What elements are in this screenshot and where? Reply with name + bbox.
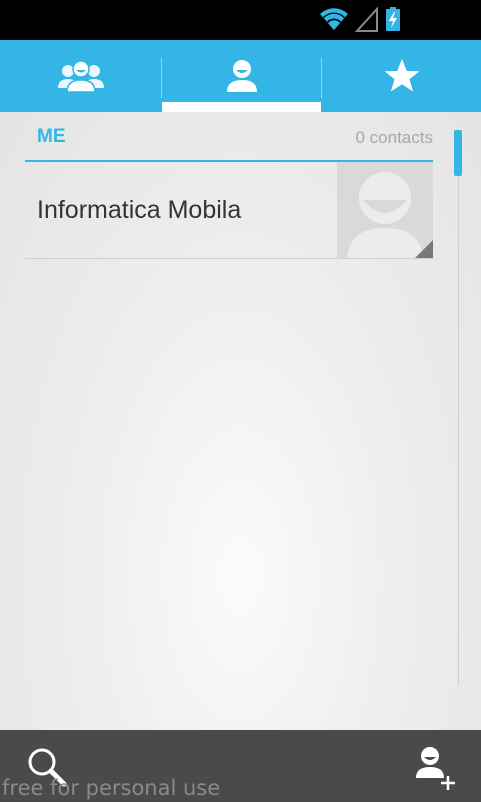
status-icons: [319, 6, 401, 32]
add-contact-icon: [416, 747, 455, 790]
contact-count: 0 contacts: [355, 128, 434, 147]
scroll-track: [458, 130, 459, 686]
section-title: ME: [37, 126, 66, 147]
default-avatar-icon: [337, 162, 433, 258]
watermark: free for personal use: [2, 776, 221, 800]
status-bar: [0, 0, 481, 40]
person-icon: [226, 60, 257, 92]
signal-icon: [355, 6, 378, 32]
add-contact-button[interactable]: [410, 744, 460, 794]
battery-charging-icon: [386, 7, 400, 31]
star-icon: [384, 59, 419, 92]
groups-icon: [57, 60, 104, 93]
selected-tab-indicator: [162, 102, 321, 112]
my-profile-row[interactable]: Informatica Mobila: [25, 162, 433, 259]
wifi-icon: [320, 8, 348, 30]
contact-list[interactable]: ME 0 contacts Informatica Mobila: [0, 112, 481, 730]
contact-name: Informatica Mobila: [37, 196, 242, 224]
contact-avatar[interactable]: [337, 162, 433, 258]
scroll-thumb[interactable]: [454, 130, 462, 176]
section-header: ME 0 contacts: [25, 112, 433, 162]
tab-favorites[interactable]: [322, 40, 481, 112]
tab-groups[interactable]: [0, 40, 161, 112]
tab-bar: [0, 40, 481, 112]
